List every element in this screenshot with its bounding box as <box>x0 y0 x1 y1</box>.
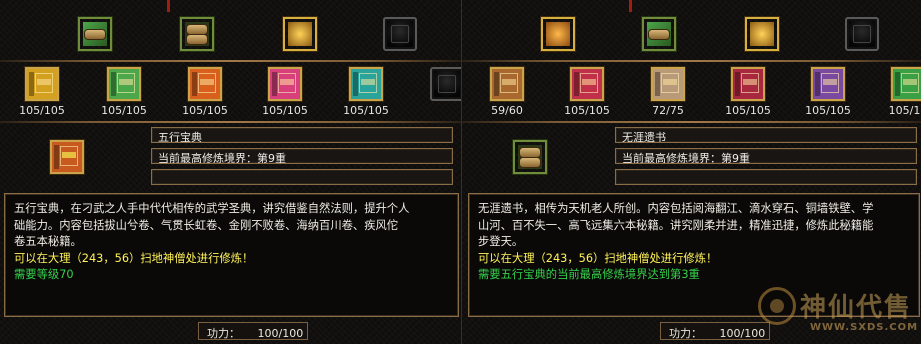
book-count: 105/105 <box>262 104 308 117</box>
green-book-icon[interactable] <box>642 17 676 51</box>
skill-name: 五行宝典 <box>151 127 453 143</box>
requirement: 需要五行宝典的当前最高修炼境界达到第3重 <box>478 268 700 282</box>
book-count: 105/105 <box>725 104 771 117</box>
desc-line: 五行宝典，在刁武之人手中代代相传的武学圣典，讲究借鉴自然法则，提升个人 <box>14 202 410 215</box>
requirement: 需要等级70 <box>14 268 74 282</box>
red-book-icon[interactable] <box>570 67 604 101</box>
book-count: 59/60 <box>491 104 523 117</box>
train-location: 可以在大理（243，56）扫地神僧处进行修炼！ <box>14 251 254 265</box>
gold-book-icon[interactable] <box>25 67 59 101</box>
gold-treasure-icon[interactable] <box>541 17 575 51</box>
orange-book-icon[interactable] <box>188 67 222 101</box>
power-label: 功力： <box>207 327 240 340</box>
five-elements-book-icon[interactable] <box>50 140 84 174</box>
divider <box>0 60 461 62</box>
watermark-title: 神仙代售 <box>800 293 913 323</box>
power-display: 功力： 100/100 <box>198 322 308 340</box>
gold-treasure-icon[interactable] <box>745 17 779 51</box>
divider <box>0 121 461 123</box>
book-count: 105/105 <box>805 104 851 117</box>
brown-book-icon[interactable] <box>490 67 524 101</box>
book-count: 105/105 <box>19 104 65 117</box>
tan-book-icon[interactable] <box>651 67 685 101</box>
green-book-icon[interactable] <box>891 67 921 101</box>
empty-slot-icon[interactable] <box>430 67 461 101</box>
gold-treasure-icon[interactable] <box>283 17 317 51</box>
watermark-logo-icon <box>758 287 796 325</box>
desc-line: 步登天。 <box>478 235 524 249</box>
desc-line: 无涯遗书，相传为天机老人所创。内容包括阅海翻江、滴水穿石、铜墙铁壁、学 <box>478 202 874 215</box>
train-location: 可以在大理（243，56）扫地神僧处进行修炼！ <box>478 251 718 265</box>
scroll-bundle-icon[interactable] <box>513 140 547 174</box>
empty-slot-icon[interactable] <box>383 17 417 51</box>
power-value: 100/100 <box>257 327 304 340</box>
left-skill-panel: 105/105 105/105 105/105 105/105 105/105 … <box>0 0 461 344</box>
scroll-bundle-icon[interactable] <box>180 17 214 51</box>
empty-slot-icon[interactable] <box>845 17 879 51</box>
site-watermark: 神仙代售 WWW.SXDS.COM <box>758 285 918 341</box>
green-book-icon[interactable] <box>78 17 112 51</box>
book-count: 105/105 <box>343 104 389 117</box>
desc-line: 山河、百不失一、高飞远集六本秘籍。讲究刚柔并进，精准迅捷，修炼此秘籍能 <box>478 218 874 232</box>
top-marker <box>167 0 170 12</box>
power-display: 功力： 100/100 <box>660 322 770 340</box>
skill-extra <box>151 169 453 185</box>
power-label: 功力： <box>669 327 702 340</box>
book-count: 72/75 <box>652 104 684 117</box>
top-marker <box>629 0 632 12</box>
skill-level: 当前最高修炼境界：第9重 <box>151 148 453 164</box>
purple-book-icon[interactable] <box>811 67 845 101</box>
watermark-url: WWW.SXDS.COM <box>810 322 919 333</box>
book-count: 105/105 <box>182 104 228 117</box>
book-count: 105/105 <box>564 104 610 117</box>
book-count: 105/105 <box>101 104 147 117</box>
green-book-icon[interactable] <box>107 67 141 101</box>
divider <box>462 60 921 62</box>
skill-level: 当前最高修炼境界：第9重 <box>615 148 917 164</box>
book-count: 105/10 <box>888 104 921 117</box>
red-book-icon[interactable] <box>731 67 765 101</box>
skill-extra <box>615 169 917 185</box>
skill-description: 五行宝典，在刁武之人手中代代相传的武学圣典，讲究借鉴自然法则，提升个人 础能力。… <box>4 193 459 317</box>
desc-line: 础能力。内容包括拔山兮卷、气贯长虹卷、金刚不败卷、海纳百川卷、疾风佗 <box>14 218 399 232</box>
pink-book-icon[interactable] <box>268 67 302 101</box>
skill-name: 无涯遗书 <box>615 127 917 143</box>
teal-book-icon[interactable] <box>349 67 383 101</box>
divider <box>462 121 921 123</box>
desc-line: 卷五本秘籍。 <box>14 235 82 249</box>
